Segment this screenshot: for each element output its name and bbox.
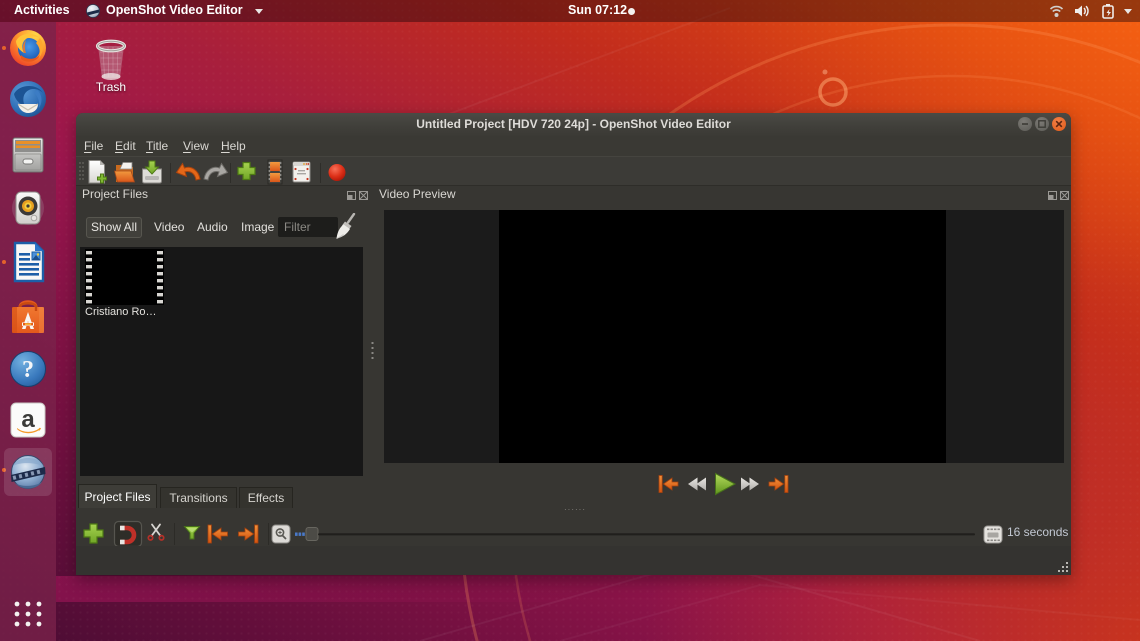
svg-text:a: a bbox=[21, 406, 35, 433]
svg-text:?: ? bbox=[22, 357, 34, 383]
